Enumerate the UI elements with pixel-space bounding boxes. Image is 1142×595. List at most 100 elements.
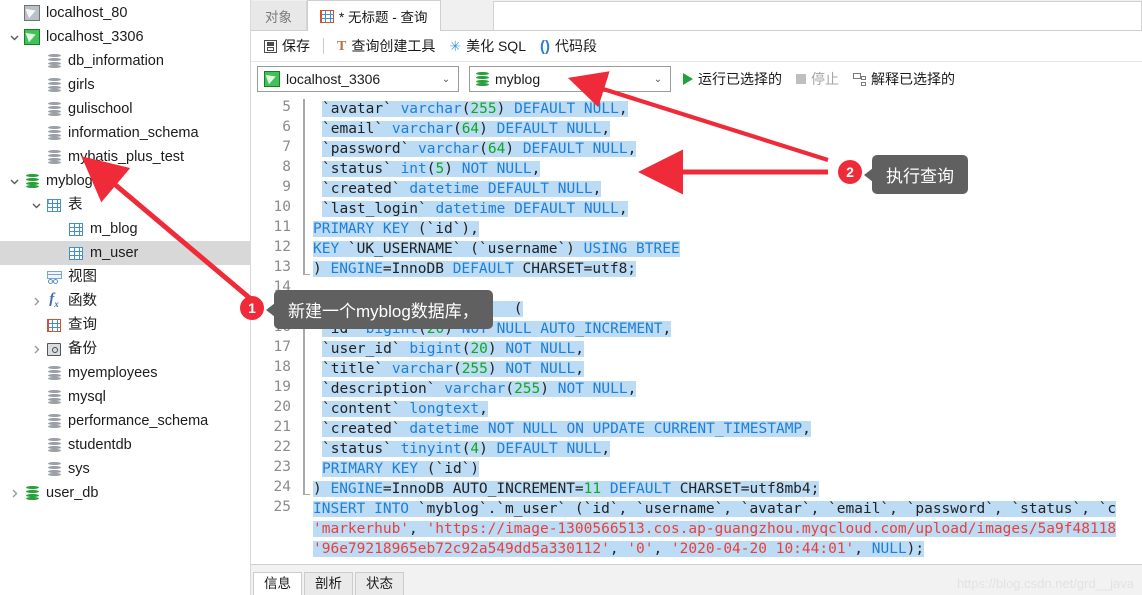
code-line[interactable]: `created` datetime DEFAULT NULL, [313, 179, 602, 199]
tree-item-label: 视图 [68, 269, 97, 285]
table-icon [69, 246, 83, 260]
tree-item-sys[interactable]: sys [0, 457, 250, 481]
database-tree-sidebar[interactable]: localhost_80 localhost_3306 db_information… [0, 0, 251, 595]
tree-item-performance_schema[interactable]: performance_schema [0, 409, 250, 433]
tree-item-girls[interactable]: girls [0, 73, 250, 97]
tree-item-label: m_blog [90, 221, 138, 237]
code-line[interactable]: `avatar` varchar(255) DEFAULT NULL, [313, 99, 628, 119]
tree-item-localhost_80[interactable]: localhost_80 [0, 1, 250, 25]
tree-item-db_information[interactable]: db_information [0, 49, 250, 73]
code-line[interactable]: PRIMARY KEY (`id`) [313, 459, 480, 479]
code-line[interactable]: `content` longtext, [313, 399, 488, 419]
tree-item-label: sys [68, 461, 90, 477]
tree-item-[interactable]: fx 函数 [0, 289, 250, 313]
tree-item-label: myblog [46, 173, 93, 189]
database-icon [25, 485, 39, 501]
bottom-tab-status[interactable]: 状态 [355, 572, 404, 595]
chevron-down-icon [10, 179, 18, 184]
tree-item-localhost_3306[interactable]: localhost_3306 [0, 25, 250, 49]
database-icon [47, 413, 61, 429]
code-line[interactable]: ) ENGINE=InnoDB AUTO_INCREMENT=11 DEFAUL… [313, 479, 820, 499]
tree-item-user_db[interactable]: user_db [0, 481, 250, 505]
code-line[interactable]: `password` varchar(64) DEFAULT NULL, [313, 139, 637, 159]
code-line[interactable]: `title` varchar(255) NOT NULL, [313, 359, 584, 379]
watermark: https://blog.csdn.net/grd__java [956, 576, 1134, 591]
code-line[interactable]: `description` varchar(255) NOT NULL, [313, 379, 637, 399]
beautify-sql-button[interactable]: ✳ 美化 SQL [442, 34, 533, 58]
tree-item-[interactable]: 备份 [0, 337, 250, 361]
run-selected-button[interactable]: 运行已选择的 [683, 69, 782, 89]
code-line[interactable]: `status` tinyint(4) DEFAULT NULL, [313, 439, 611, 459]
tree-item-[interactable]: 表 [0, 193, 250, 217]
editor-tab-bar[interactable]: 对象 * 无标题 - 查询 [251, 0, 1142, 31]
tree-item-m_user[interactable]: m_user [0, 241, 250, 265]
code-line[interactable]: INSERT INTO `myblog`.`m_user` (`id`, `us… [313, 499, 1117, 519]
tree-twisty[interactable] [28, 201, 44, 210]
tree-item-[interactable]: 查询 [0, 313, 250, 337]
query-icon [320, 9, 334, 23]
code-line[interactable]: 'markerhub', 'https://image-1300566513.c… [313, 519, 1117, 539]
tree-item-studentdb[interactable]: studentdb [0, 433, 250, 457]
code-line[interactable]: `status` int(5) NOT NULL, [313, 159, 541, 179]
tree-item-[interactable]: 视图 [0, 265, 250, 289]
fold-guide-foot [303, 493, 310, 495]
connection-tree[interactable]: localhost_80 localhost_3306 db_information… [0, 0, 250, 505]
line-number: 13 [273, 259, 291, 275]
tree-item-gulischool[interactable]: gulischool [0, 97, 250, 121]
code-line[interactable]: '96e79218965eb72c92a549dd5a330112', '0',… [313, 539, 925, 559]
tab-object[interactable]: 对象 [251, 1, 307, 30]
tree-twisty[interactable] [6, 489, 22, 498]
tab-object-label: 对象 [265, 9, 292, 25]
code-line[interactable]: ) ENGINE=InnoDB DEFAULT CHARSET=utf8; [313, 259, 637, 279]
tree-item-information_schema[interactable]: information_schema [0, 121, 250, 145]
code-line[interactable]: `last_login` datetime DEFAULT NULL, [313, 199, 628, 219]
database-icon [47, 461, 61, 477]
tree-item-mybatis_plus_test[interactable]: mybatis_plus_test [0, 145, 250, 169]
tree-item-label: performance_schema [68, 413, 209, 429]
connection-icon [24, 29, 40, 45]
tree-twisty[interactable] [6, 33, 22, 42]
connection-bar[interactable]: localhost_3306 ⌄ myblog ⌄ 运行已选择的 停止 解释已选… [251, 62, 1142, 96]
code-line[interactable]: KEY `UK_USERNAME` (`username`) USING BTR… [313, 239, 680, 259]
code-snippet-button[interactable]: () 代码段 [533, 34, 604, 58]
parentheses-icon: () [539, 37, 550, 55]
save-button[interactable]: 保存 [257, 34, 317, 58]
bottom-tab-info[interactable]: 信息 [253, 572, 302, 595]
code-fold-column[interactable] [299, 96, 313, 564]
tree-item-myemployees[interactable]: myemployees [0, 361, 250, 385]
sql-code-content[interactable]: `avatar` varchar(255) DEFAULT NULL, `emai… [313, 96, 1142, 564]
connection-select[interactable]: localhost_3306 ⌄ [257, 66, 459, 92]
tree-twisty[interactable] [6, 177, 22, 186]
run-selected-label: 运行已选择的 [698, 71, 782, 87]
chevron-right-icon [12, 489, 17, 497]
query-builder-button[interactable]: T 查询创建工具 [330, 34, 442, 58]
tree-twisty[interactable] [28, 345, 44, 354]
query-toolbar[interactable]: 保存 T 查询创建工具 ✳ 美化 SQL () 代码段 [251, 31, 1142, 62]
sql-editor[interactable]: 5678910111213141516171819202122232425 `a… [251, 96, 1142, 564]
tree-item-label: localhost_80 [46, 5, 128, 21]
bottom-tab-profile[interactable]: 剖析 [304, 572, 353, 595]
stop-button[interactable]: 停止 [796, 69, 839, 89]
code-line[interactable]: `user_id` bigint(20) NOT NULL, [313, 339, 584, 359]
line-number-gutter: 5678910111213141516171819202122232425 [251, 96, 299, 564]
tree-item-label: localhost_3306 [46, 29, 144, 45]
bottom-tab-status-label: 状态 [366, 576, 393, 591]
code-line[interactable]: PRIMARY KEY (`id`), [313, 219, 479, 239]
tab-query[interactable]: * 无标题 - 查询 [307, 0, 441, 31]
tree-item-myblog[interactable]: myblog [0, 169, 250, 193]
tree-item-label: db_information [68, 53, 164, 69]
tree-twisty[interactable] [28, 297, 44, 306]
line-number: 6 [282, 119, 291, 135]
line-number: 9 [282, 179, 291, 195]
code-line[interactable]: `email` varchar(64) DEFAULT NULL, [313, 119, 611, 139]
tree-item-mysql[interactable]: mysql [0, 385, 250, 409]
function-icon: fx [49, 290, 59, 309]
tree-item-icon [22, 29, 42, 45]
connection-select-value: localhost_3306 [286, 71, 381, 87]
explain-selected-button[interactable]: 解释已选择的 [853, 69, 955, 89]
tree-item-m_blog[interactable]: m_blog [0, 217, 250, 241]
annotation-callout-1: 新建一个myblog数据库， [266, 290, 493, 329]
tree-item-icon [22, 5, 42, 21]
database-select[interactable]: myblog ⌄ [469, 66, 671, 92]
code-line[interactable]: `created` datetime NOT NULL ON UPDATE CU… [313, 419, 811, 439]
